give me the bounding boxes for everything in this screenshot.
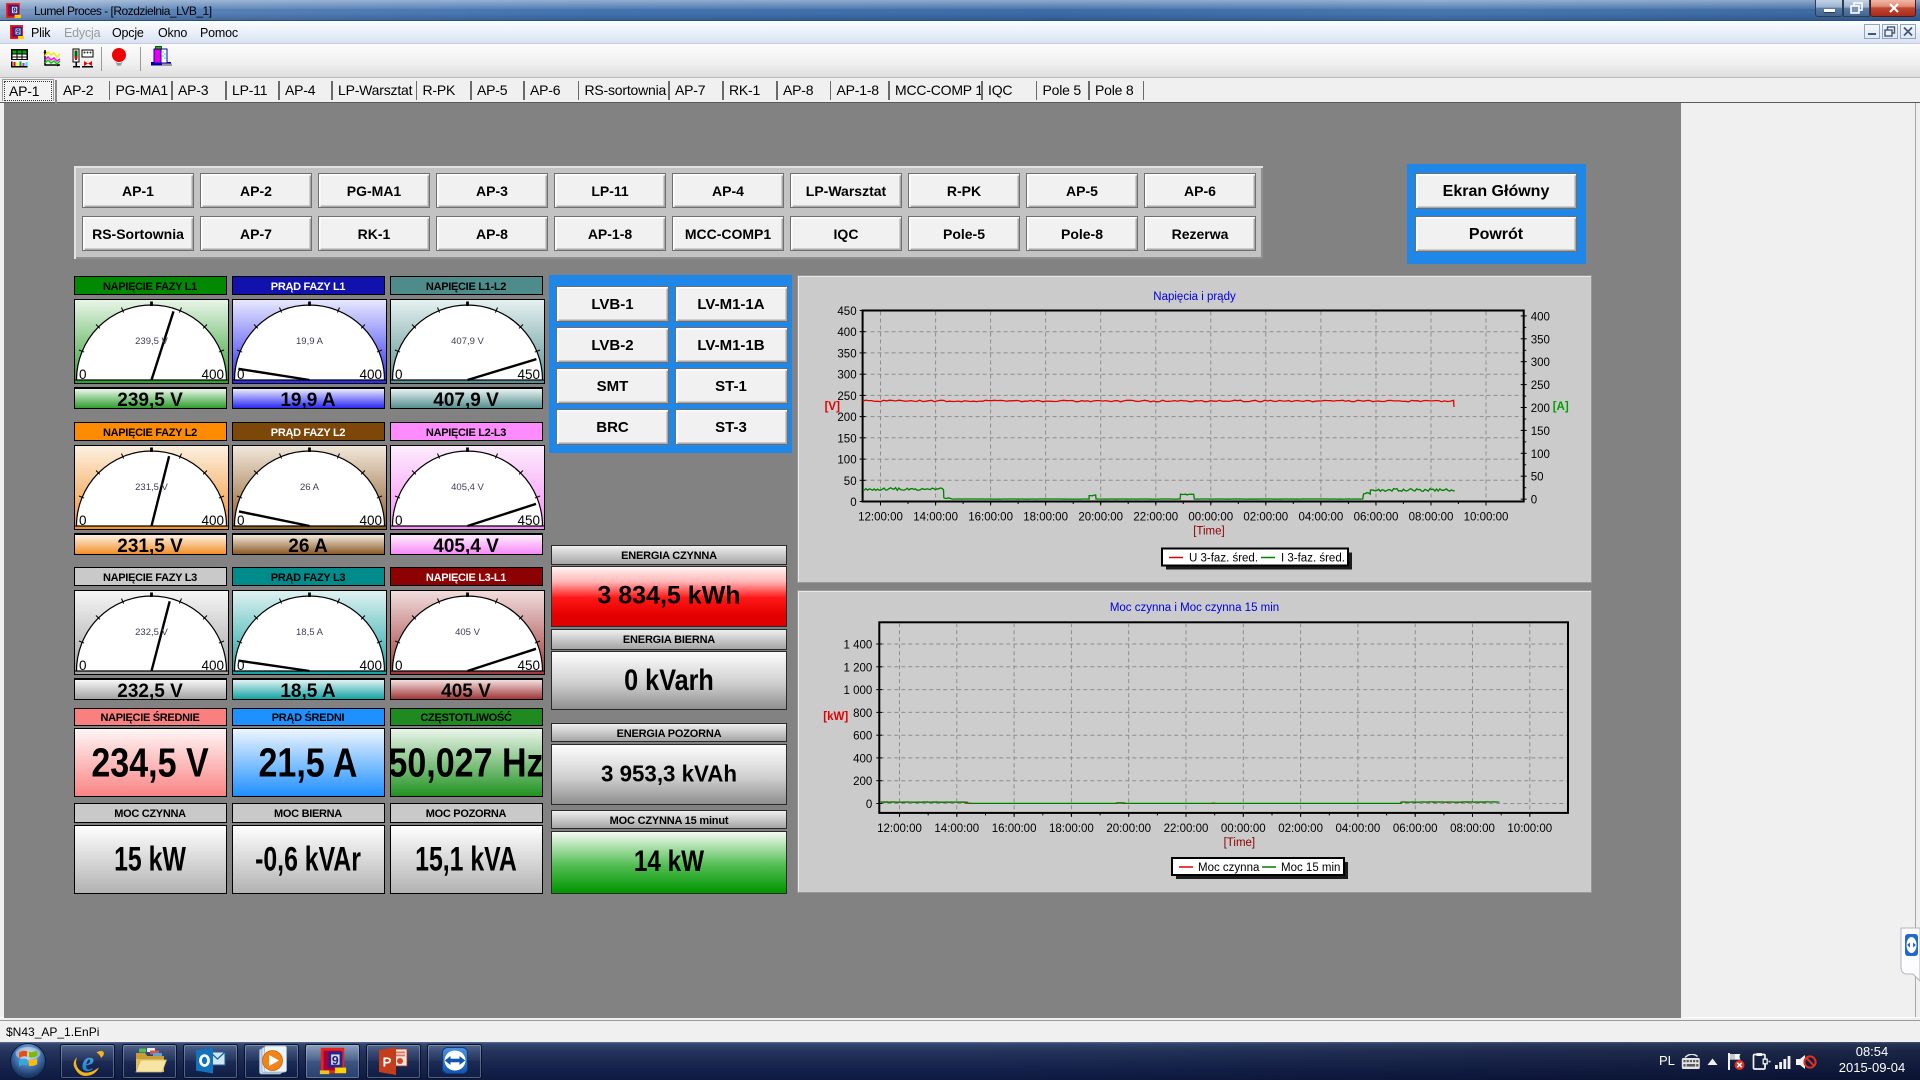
svg-text:22:00:00: 22:00:00 [1133, 511, 1178, 523]
svg-text:0: 0 [850, 497, 856, 509]
svg-text:14:00:00: 14:00:00 [913, 511, 958, 523]
svg-text:20:00:00: 20:00:00 [1106, 823, 1151, 835]
svg-text:400: 400 [359, 658, 382, 673]
svg-text:0: 0 [395, 367, 403, 382]
svg-text:300: 300 [837, 369, 856, 381]
svg-text:04:00:00: 04:00:00 [1299, 511, 1344, 523]
svg-text:10:00:00: 10:00:00 [1464, 511, 1509, 523]
svg-text:0: 0 [237, 513, 245, 528]
svg-text:00:00:00: 00:00:00 [1221, 823, 1266, 835]
svg-text:10:00:00: 10:00:00 [1507, 823, 1552, 835]
svg-text:400: 400 [853, 753, 872, 765]
svg-text:150: 150 [1531, 425, 1550, 437]
svg-text:800: 800 [853, 708, 872, 720]
svg-text:[Time]: [Time] [1224, 837, 1256, 849]
svg-text:I 3-faz. śred.: I 3-faz. śred. [1281, 552, 1345, 564]
svg-text:00:00:00: 00:00:00 [1188, 511, 1233, 523]
svg-text:400: 400 [359, 513, 382, 528]
svg-text:250: 250 [1531, 380, 1550, 392]
svg-text:100: 100 [1531, 448, 1550, 460]
svg-text:400: 400 [359, 367, 382, 382]
svg-text:1 400: 1 400 [844, 640, 873, 652]
svg-text:250: 250 [837, 390, 856, 402]
svg-text:16:00:00: 16:00:00 [968, 511, 1013, 523]
svg-text:400: 400 [837, 327, 856, 339]
svg-text:Moc czynna i Moc czynna 15 min: Moc czynna i Moc czynna 15 min [1110, 602, 1279, 614]
svg-text:1 200: 1 200 [844, 662, 873, 674]
svg-text:0: 0 [79, 658, 87, 673]
svg-text:0: 0 [237, 658, 245, 673]
svg-text:50: 50 [1531, 471, 1544, 483]
svg-text:0: 0 [395, 658, 403, 673]
svg-text:300: 300 [1531, 357, 1550, 369]
svg-text:0: 0 [237, 367, 245, 382]
svg-text:450: 450 [517, 658, 540, 673]
svg-text:9: 9 [16, 29, 20, 36]
svg-text:450: 450 [517, 367, 540, 382]
svg-text:407,9 V: 407,9 V [451, 336, 484, 347]
svg-text:[V]: [V] [825, 401, 841, 413]
svg-text:0: 0 [395, 513, 403, 528]
svg-text:P: P [383, 1055, 392, 1070]
svg-text:600: 600 [853, 731, 872, 743]
svg-text:26 A: 26 A [299, 482, 319, 493]
svg-text:20:00:00: 20:00:00 [1078, 511, 1123, 523]
svg-text:16:00:00: 16:00:00 [992, 823, 1037, 835]
svg-text:Napięcia i prądy: Napięcia i prądy [1153, 291, 1236, 303]
svg-text:231,5 V: 231,5 V [135, 482, 168, 493]
svg-text:Moc czynna: Moc czynna [1198, 862, 1260, 874]
svg-text:[A]: [A] [1553, 401, 1569, 413]
svg-text:9: 9 [332, 1053, 339, 1067]
svg-text:100: 100 [837, 454, 856, 466]
svg-text:0: 0 [79, 513, 87, 528]
svg-text:18:00:00: 18:00:00 [1049, 823, 1094, 835]
svg-text:02:00:00: 02:00:00 [1278, 823, 1323, 835]
svg-text:405 V: 405 V [455, 627, 480, 638]
svg-text:150: 150 [837, 433, 856, 445]
svg-text:239,5 V: 239,5 V [135, 336, 168, 347]
svg-text:350: 350 [837, 348, 856, 360]
svg-text:12:00:00: 12:00:00 [877, 823, 922, 835]
svg-text:18,5 A: 18,5 A [296, 627, 324, 638]
svg-text:Moc 15 min: Moc 15 min [1281, 862, 1340, 874]
svg-text:08:00:00: 08:00:00 [1450, 823, 1495, 835]
svg-text:232,5 V: 232,5 V [135, 627, 168, 638]
svg-text:200: 200 [1531, 403, 1550, 415]
svg-text:22:00:00: 22:00:00 [1164, 823, 1209, 835]
svg-text:02:00:00: 02:00:00 [1243, 511, 1288, 523]
svg-text:06:00:00: 06:00:00 [1393, 823, 1438, 835]
svg-text:9: 9 [12, 6, 16, 15]
svg-text:0: 0 [1531, 494, 1537, 506]
svg-text:400: 400 [201, 367, 224, 382]
svg-text:06:00:00: 06:00:00 [1354, 511, 1399, 523]
svg-text:04:00:00: 04:00:00 [1336, 823, 1381, 835]
svg-text:405,4 V: 405,4 V [451, 482, 484, 493]
svg-text:50: 50 [844, 475, 857, 487]
svg-text:12:00:00: 12:00:00 [858, 511, 903, 523]
svg-text:[Time]: [Time] [1193, 525, 1225, 537]
svg-text:400: 400 [1531, 311, 1550, 323]
svg-text:[kW]: [kW] [823, 711, 848, 723]
svg-text:14:00:00: 14:00:00 [934, 823, 979, 835]
svg-text:400: 400 [201, 658, 224, 673]
svg-text:19,9 A: 19,9 A [296, 336, 324, 347]
svg-text:450: 450 [517, 513, 540, 528]
svg-text:1 000: 1 000 [844, 685, 873, 697]
svg-text:350: 350 [1531, 334, 1550, 346]
svg-text:18:00:00: 18:00:00 [1023, 511, 1068, 523]
svg-text:U 3-faz. śred.: U 3-faz. śred. [1189, 552, 1258, 564]
svg-text:0: 0 [866, 799, 872, 811]
svg-text:0: 0 [79, 367, 87, 382]
svg-text:08:00:00: 08:00:00 [1409, 511, 1454, 523]
svg-text:450: 450 [837, 306, 856, 318]
svg-text:200: 200 [853, 776, 872, 788]
svg-text:400: 400 [201, 513, 224, 528]
svg-text:200: 200 [837, 412, 856, 424]
